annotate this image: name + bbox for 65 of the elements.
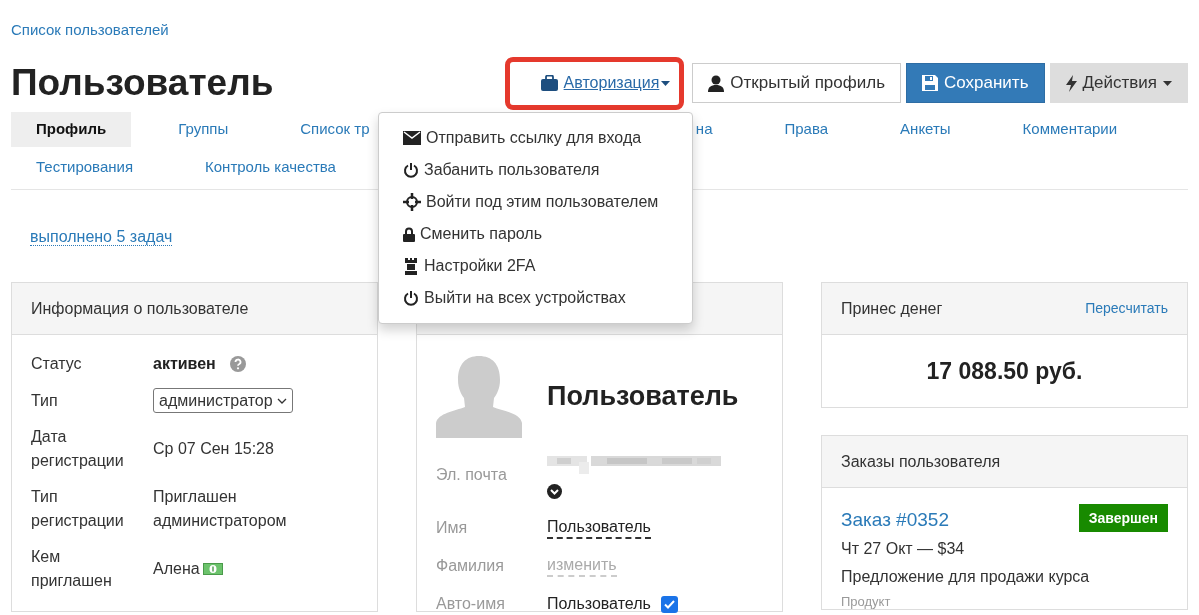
envelope-icon [403,131,421,145]
menu-item[interactable]: Выйти на всех устройствах [379,282,692,314]
menu-item[interactable]: Сменить пароль [379,218,692,250]
field-value: Пользователь [547,594,651,614]
tab[interactable]: Контроль качества [180,149,361,185]
chevron-down-icon [276,397,287,404]
tab[interactable]: Права [759,112,854,147]
banknote-icon [202,563,223,575]
actions-dropdown-button[interactable]: Действия [1049,63,1188,103]
avatar-silhouette-icon [436,354,522,438]
briefcase-icon [540,75,558,91]
money-amount: 17 088.50 руб. [926,356,1083,386]
field-value: Приглашен администратором [153,487,288,531]
field-value: Алена [153,559,200,579]
panel-title: Принес денег [841,298,943,319]
field-label: Эл. почта [436,464,508,485]
field-label: Авто-имя [436,594,506,614]
field-label: Фамилия [436,556,505,576]
order-type: Продукт [841,592,892,611]
tab[interactable]: Комментарии [997,112,1143,147]
crosshair-icon [403,193,421,211]
checkmark-icon [663,599,675,609]
type-select[interactable]: администратор [153,388,293,413]
field-label: Тип [31,390,59,411]
field-label: Дата регистрации [31,427,125,471]
tab[interactable]: Анкеты [875,112,976,147]
lightning-bolt-icon [1065,74,1077,92]
menu-item[interactable]: Войти под этим пользователем [379,186,692,218]
caret-icon [661,80,671,86]
order-link[interactable]: Заказ #0352 [841,506,949,535]
order-offer: Предложение для продажи курса [841,566,1091,587]
caret-icon [1163,80,1172,86]
person-icon [708,74,725,92]
field-label: Тип регистрации [31,487,125,531]
tab[interactable]: Тестирования [11,149,159,185]
field-label: Имя [436,518,469,538]
panel-title: Заказы пользователя [841,451,1001,472]
menu-item[interactable]: Настройки 2FA [379,250,692,282]
field-label: Статус [31,354,83,374]
menu-item[interactable]: Отправить ссылку для входа [379,122,692,154]
page-title: Пользователь [11,61,274,106]
name-value[interactable]: Пользователь [547,517,651,539]
chess-rook-icon [403,257,419,275]
profile-name: Пользователь [547,379,739,413]
breadcrumb-link[interactable]: Список пользователей [11,20,1188,40]
field-label: Кем приглашен [31,547,113,591]
authorization-dropdown[interactable]: Авторизация [540,71,671,95]
menu-item[interactable]: Забанить пользователя [379,154,692,186]
status-value: активен [153,354,216,374]
lock-icon [403,226,415,242]
chevron-circle-icon[interactable] [547,484,562,499]
profile-button[interactable]: Открытый профиль [692,63,902,103]
tab[interactable]: Группы [153,112,254,147]
panel-title: Информация о пользователе [31,298,249,319]
tasks-link[interactable]: выполнено 5 задач [30,228,173,246]
checkbox[interactable] [660,595,678,613]
power-icon [403,290,419,306]
power-icon [403,162,419,178]
save-button[interactable]: Сохранить [906,63,1045,103]
recalculate-link[interactable]: Пересчитать [1085,298,1168,319]
field-value: Ср 07 Сен 15:28 [153,439,274,459]
tab[interactable]: Профиль [11,112,132,147]
help-icon[interactable] [229,356,246,372]
order-date: Чт 27 Окт — $34 [841,538,966,559]
status-badge: Завершен [1078,504,1168,532]
